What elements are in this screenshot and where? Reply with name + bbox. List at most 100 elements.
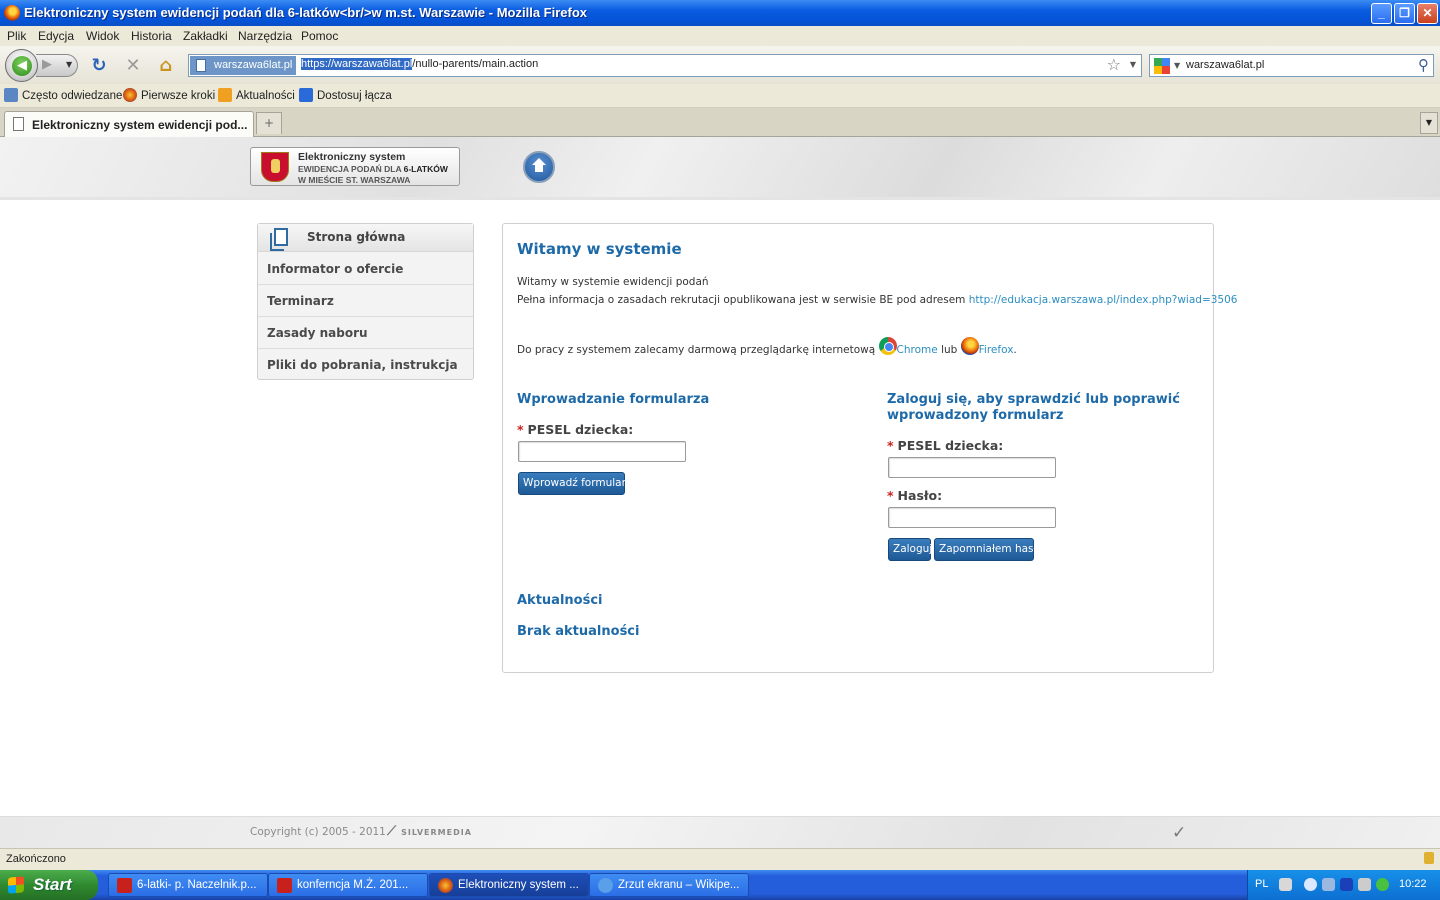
logo-line-1: Elektroniczny system	[298, 151, 406, 163]
sidebar-item-pliki[interactable]: Pliki do pobrania, instrukcja	[258, 349, 473, 381]
news-empty-text: Brak aktualności	[517, 624, 640, 639]
minimize-button[interactable]: _	[1371, 3, 1392, 24]
enter-form-button[interactable]: Wprowadź formularz	[518, 472, 631, 495]
password-input[interactable]	[888, 507, 1056, 528]
search-engine-dropdown-icon[interactable]: ▼	[1174, 61, 1180, 70]
main-content: Witamy w systemie Witamy w systemie ewid…	[502, 223, 1237, 673]
required-mark: *	[887, 438, 894, 453]
search-icon[interactable]: ⚲	[1418, 56, 1429, 74]
chrome-icon[interactable]	[878, 337, 897, 355]
page-header: Elektroniczny system EWIDENCJA PODAŃ DLA…	[0, 137, 1440, 200]
bookmark-dostosuj-lacza[interactable]: Dostosuj łącza	[299, 88, 392, 102]
site-logo[interactable]: Elektroniczny system EWIDENCJA PODAŃ DLA…	[250, 147, 460, 186]
menu-plik[interactable]: Plik	[7, 29, 26, 43]
menu-edycja[interactable]: Edycja	[38, 29, 74, 43]
sidebar-item-terminarz[interactable]: Terminarz	[258, 285, 473, 317]
history-dropdown-icon[interactable]: ▼	[66, 60, 72, 69]
pesel-input[interactable]	[518, 441, 686, 462]
menu-historia[interactable]: Historia	[131, 29, 172, 43]
news-title: Aktualności	[517, 593, 603, 608]
taskbar-item-word-2[interactable]: konferncja M.Ż. 201...	[268, 873, 428, 897]
menu-zakladki[interactable]: Zakładki	[183, 29, 228, 43]
tray-expand-icon[interactable]	[1304, 878, 1317, 891]
login-button[interactable]: Zaloguj	[888, 538, 932, 561]
maximize-button[interactable]: ❐	[1394, 3, 1415, 24]
home-button-icon[interactable]: ⌂	[155, 55, 177, 77]
bookmark-czesto-odwiedzane[interactable]: Często odwiedzane	[4, 88, 122, 102]
search-box[interactable]: ▼ warszawa6lat.pl ⚲	[1149, 54, 1434, 77]
required-mark: *	[517, 422, 524, 437]
window-title-bar: Elektroniczny system ewidencji podań dla…	[0, 0, 1440, 26]
sidebar-item-label: Terminarz	[267, 294, 334, 308]
microsoft-icon	[299, 88, 313, 102]
stop-icon[interactable]: ✕	[122, 55, 144, 77]
start-label: Start	[33, 875, 72, 894]
menu-narzedzia[interactable]: Narzędzia	[238, 29, 292, 43]
pesel-label: * PESEL dziecka:	[517, 422, 633, 437]
bookmark-star-icon[interactable]: ☆	[1107, 55, 1121, 74]
pdf-icon	[117, 878, 132, 893]
clock[interactable]: 10:22	[1399, 878, 1427, 890]
menu-widok[interactable]: Widok	[86, 29, 119, 43]
taskbar-item-label: 6-latki- p. Naczelnik.p...	[137, 879, 257, 891]
google-icon[interactable]	[1154, 58, 1170, 74]
url-selected: https://warszawa6lat.pl	[301, 58, 413, 70]
forward-button[interactable]: ▶ ▼	[36, 54, 78, 77]
search-query[interactable]: warszawa6lat.pl	[1186, 59, 1264, 71]
tab-list-dropdown-icon[interactable]: ▼	[1420, 112, 1438, 134]
bookmark-label: Dostosuj łącza	[317, 90, 392, 102]
url-text[interactable]: https://warszawa6lat.pl/nullo-parents/ma…	[301, 58, 538, 70]
taskbar-item-word-1[interactable]: 6-latki- p. Naczelnik.p...	[108, 873, 268, 897]
bookmark-aktualnosci[interactable]: Aktualności	[218, 88, 295, 102]
password-label-text: Hasło:	[897, 488, 943, 503]
navigation-toolbar: ▶ ▼ ◀ ↻ ✕ ⌂ warszawa6lat.pl https://wars…	[0, 46, 1440, 84]
smart-folder-icon	[4, 88, 18, 102]
address-bar[interactable]: warszawa6lat.pl https://warszawa6lat.pl/…	[188, 54, 1142, 77]
new-tab-button[interactable]: +	[256, 112, 282, 134]
login-pesel-input[interactable]	[888, 457, 1056, 478]
url-dropdown-icon[interactable]: ▼	[1130, 60, 1136, 69]
site-identity-button[interactable]: warszawa6lat.pl	[190, 56, 297, 75]
reload-icon[interactable]: ↻	[88, 55, 110, 77]
form-section-title: Wprowadzanie formularza	[517, 392, 710, 407]
intro-text: Witamy w systemie ewidencji podań	[517, 276, 709, 288]
start-button[interactable]: Start	[0, 870, 98, 900]
back-button[interactable]: ◀	[5, 49, 38, 82]
chrome-link[interactable]: Chrome	[897, 344, 938, 356]
firefox-icon	[4, 5, 20, 21]
silvermedia-logo[interactable]: ⟋ SILVERMEDIA	[387, 824, 472, 839]
bluetooth-icon[interactable]	[1340, 878, 1353, 891]
lock-icon[interactable]	[1424, 852, 1434, 864]
firefox-link[interactable]: Firefox	[979, 344, 1014, 356]
firefox-icon	[438, 878, 453, 893]
sidebar-item-informator[interactable]: Informator o ofercie	[258, 253, 473, 285]
sidebar-item-label: Informator o ofercie	[267, 262, 404, 276]
language-indicator[interactable]: PL	[1255, 878, 1268, 890]
close-button[interactable]: ✕	[1417, 3, 1438, 24]
wireless-icon[interactable]	[1376, 878, 1389, 891]
taskbar-item-ie[interactable]: Zrzut ekranu – Wikipe...	[589, 873, 749, 897]
taskbar-item-label: Elektroniczny system ...	[458, 879, 579, 891]
menu-pomoc[interactable]: Pomoc	[301, 29, 338, 43]
tab-strip: Elektroniczny system ewidencji pod... + …	[0, 108, 1440, 137]
sidebar-item-zasady-naboru[interactable]: Zasady naboru	[258, 317, 473, 349]
printer-icon[interactable]	[1358, 878, 1371, 891]
bookmark-pierwsze-kroki[interactable]: Pierwsze kroki	[123, 88, 215, 102]
edukacja-link[interactable]: http://edukacja.warszawa.pl/index.php?wi…	[969, 294, 1238, 306]
silvermedia-mark-icon: ⟋	[387, 824, 398, 839]
network-icon[interactable]	[1322, 878, 1335, 891]
home-icon[interactable]	[523, 151, 555, 183]
tab-active[interactable]: Elektroniczny system ewidencji pod...	[4, 111, 254, 137]
page-viewport: Elektroniczny system EWIDENCJA PODAŃ DLA…	[0, 137, 1440, 848]
firefox-icon[interactable]	[960, 337, 979, 355]
sidebar-item-strona-glowna[interactable]: Strona główna	[258, 224, 473, 252]
keyboard-icon[interactable]	[1279, 878, 1292, 891]
forgot-password-button[interactable]: Zapomniałem hasła	[934, 538, 1043, 561]
status-bar: Zakończono	[0, 848, 1440, 870]
bookmark-label: Pierwsze kroki	[141, 90, 216, 102]
taskbar-item-firefox[interactable]: Elektroniczny system ...	[429, 873, 589, 897]
internet-explorer-icon	[598, 878, 613, 893]
tab-title: Elektroniczny system ewidencji pod...	[32, 118, 248, 132]
browser-recommendation-text: Do pracy z systemem zalecamy darmową prz…	[517, 344, 879, 356]
browser-or-text: lub	[937, 344, 961, 356]
